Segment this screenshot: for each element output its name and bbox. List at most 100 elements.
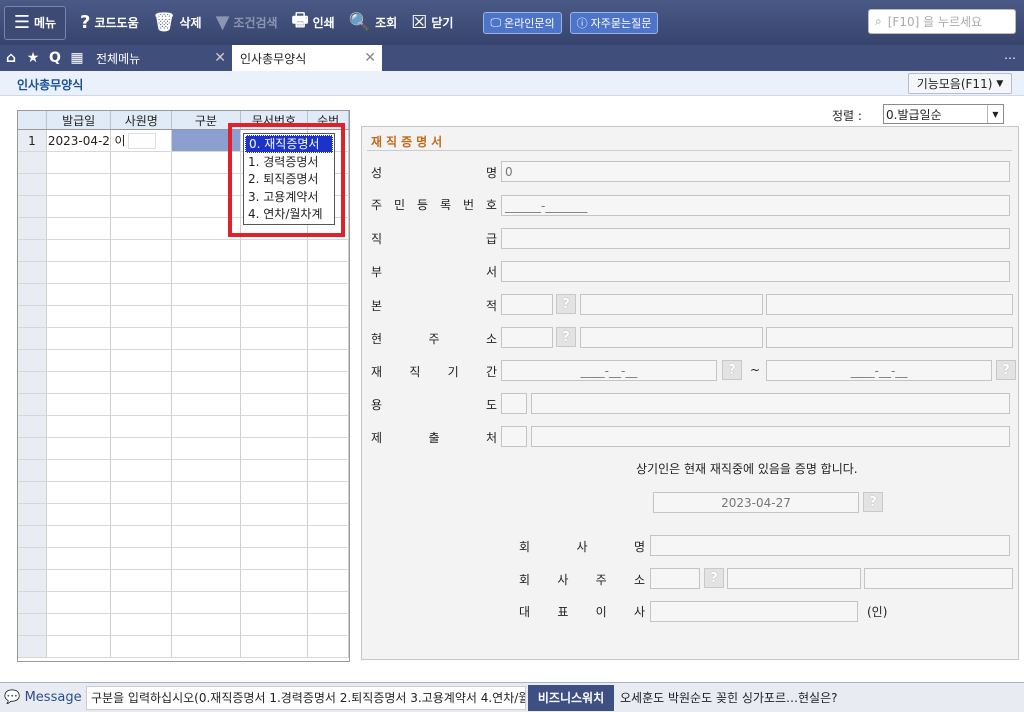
grid-cell[interactable] bbox=[47, 548, 112, 569]
column-header[interactable]: 사원명 bbox=[111, 111, 173, 129]
dept-field[interactable] bbox=[501, 261, 1010, 282]
grid-cell[interactable] bbox=[308, 372, 349, 393]
grid-cell[interactable] bbox=[47, 636, 112, 657]
more-icon[interactable]: ⋯ bbox=[996, 45, 1024, 71]
delete-button[interactable]: 🗑 삭제 bbox=[153, 8, 202, 38]
employee-cell[interactable]: 이 bbox=[111, 130, 173, 151]
grid-cell[interactable] bbox=[47, 262, 112, 283]
grid-cell[interactable] bbox=[47, 438, 112, 459]
table-row[interactable] bbox=[18, 438, 349, 460]
grid-cell[interactable] bbox=[111, 306, 173, 327]
issue-date-field[interactable]: 2023-04-27 bbox=[653, 492, 859, 513]
grid-cell[interactable] bbox=[308, 636, 349, 657]
name-field[interactable]: 0 bbox=[501, 161, 1010, 182]
grid-cell[interactable] bbox=[47, 152, 112, 173]
grid-cell[interactable] bbox=[47, 240, 112, 261]
grid-cell[interactable] bbox=[111, 614, 173, 635]
company-addr-lookup-button[interactable]: ? bbox=[704, 568, 724, 588]
grid-cell[interactable] bbox=[241, 284, 309, 305]
table-row[interactable] bbox=[18, 262, 349, 284]
code-help-button[interactable]: ? 코드도움 bbox=[80, 8, 139, 38]
lookup-button[interactable]: 🔍 조회 bbox=[349, 8, 398, 38]
grid-cell[interactable] bbox=[241, 240, 309, 261]
origin-name-field[interactable] bbox=[580, 294, 763, 315]
table-row[interactable] bbox=[18, 416, 349, 438]
grid-cell[interactable] bbox=[172, 306, 241, 327]
grid-cell[interactable] bbox=[172, 548, 241, 569]
table-row[interactable] bbox=[18, 460, 349, 482]
apps-grid-icon[interactable]: ▦ bbox=[66, 45, 88, 71]
grid-cell[interactable] bbox=[308, 614, 349, 635]
grid-cell[interactable] bbox=[172, 240, 241, 261]
grid-cell[interactable] bbox=[111, 240, 173, 261]
grid-cell[interactable] bbox=[308, 438, 349, 459]
period-start-calendar-button[interactable]: ? bbox=[722, 360, 742, 380]
sort-select[interactable]: 0.발급일순 ▼ bbox=[883, 104, 1004, 124]
grid-cell[interactable] bbox=[241, 438, 309, 459]
submit-to-field[interactable] bbox=[531, 426, 1010, 447]
grid-cell[interactable] bbox=[172, 526, 241, 547]
grid-cell[interactable] bbox=[47, 328, 112, 349]
grid-cell[interactable] bbox=[47, 196, 112, 217]
address-detail-field[interactable] bbox=[766, 327, 1013, 348]
grid-cell[interactable] bbox=[111, 328, 173, 349]
table-row[interactable] bbox=[18, 284, 349, 306]
close-tab-icon[interactable]: ✕ bbox=[364, 50, 376, 66]
issue-date-calendar-button[interactable]: ? bbox=[863, 492, 883, 512]
grid-cell[interactable] bbox=[111, 482, 173, 503]
grid-cell[interactable] bbox=[308, 416, 349, 437]
table-row[interactable] bbox=[18, 548, 349, 570]
grid-cell[interactable] bbox=[172, 372, 241, 393]
grid-cell[interactable] bbox=[308, 240, 349, 261]
grid-cell[interactable] bbox=[47, 284, 112, 305]
grid-cell[interactable] bbox=[111, 394, 173, 415]
purpose-field[interactable] bbox=[531, 393, 1010, 414]
condition-search-button[interactable]: ▼ 조건검색 bbox=[216, 8, 278, 38]
company-name-field[interactable] bbox=[650, 535, 1010, 556]
grid-cell[interactable] bbox=[172, 460, 241, 481]
origin-lookup-button[interactable]: ? bbox=[556, 294, 576, 314]
online-inquiry-button[interactable]: 🖵 온라인문의 bbox=[483, 11, 562, 34]
grid-cell[interactable] bbox=[111, 262, 173, 283]
rrn-field[interactable]: ______-_______ bbox=[501, 195, 1010, 216]
table-row[interactable] bbox=[18, 240, 349, 262]
grid-cell[interactable] bbox=[241, 636, 309, 657]
grid-cell[interactable] bbox=[111, 504, 173, 525]
grid-cell[interactable] bbox=[241, 372, 309, 393]
table-row[interactable] bbox=[18, 592, 349, 614]
grid-cell[interactable] bbox=[172, 350, 241, 371]
grid-cell[interactable] bbox=[111, 548, 173, 569]
search-input[interactable]: ⌕ [F10] 을 누르세요 bbox=[868, 9, 1016, 34]
menu-button[interactable]: ☰ 메뉴 bbox=[4, 5, 66, 40]
company-addr-code-field[interactable] bbox=[650, 568, 700, 589]
grid-cell[interactable] bbox=[308, 284, 349, 305]
table-row[interactable] bbox=[18, 372, 349, 394]
home-icon[interactable]: ⌂ bbox=[0, 45, 22, 71]
grid-cell[interactable] bbox=[47, 372, 112, 393]
grid-cell[interactable] bbox=[172, 592, 241, 613]
table-row[interactable] bbox=[18, 504, 349, 526]
grid-cell[interactable] bbox=[308, 548, 349, 569]
origin-code-field[interactable] bbox=[501, 294, 553, 315]
grid-cell[interactable] bbox=[47, 350, 112, 371]
grid-cell[interactable] bbox=[111, 372, 173, 393]
grid-cell[interactable] bbox=[241, 526, 309, 547]
print-button[interactable]: 🖶 인쇄 bbox=[292, 8, 335, 38]
grid-cell[interactable] bbox=[111, 152, 173, 173]
grid-cell[interactable] bbox=[172, 482, 241, 503]
faq-button[interactable]: ⓘ 자주묻는질문 bbox=[569, 11, 659, 34]
period-start-field[interactable]: ____-__-__ bbox=[501, 360, 717, 381]
table-row[interactable] bbox=[18, 328, 349, 350]
grid-cell[interactable] bbox=[308, 570, 349, 591]
grid-cell[interactable] bbox=[111, 196, 173, 217]
grid-cell[interactable] bbox=[308, 482, 349, 503]
quick-search-tab[interactable]: Q bbox=[44, 45, 66, 71]
star-icon[interactable]: ★ bbox=[22, 45, 44, 71]
grid-cell[interactable] bbox=[172, 570, 241, 591]
employee-input[interactable] bbox=[128, 132, 157, 149]
grid-cell[interactable] bbox=[47, 614, 112, 635]
grid-cell[interactable] bbox=[111, 592, 173, 613]
grid-cell[interactable] bbox=[47, 526, 112, 547]
address-code-field[interactable] bbox=[501, 327, 553, 348]
address-name-field[interactable] bbox=[580, 327, 763, 348]
